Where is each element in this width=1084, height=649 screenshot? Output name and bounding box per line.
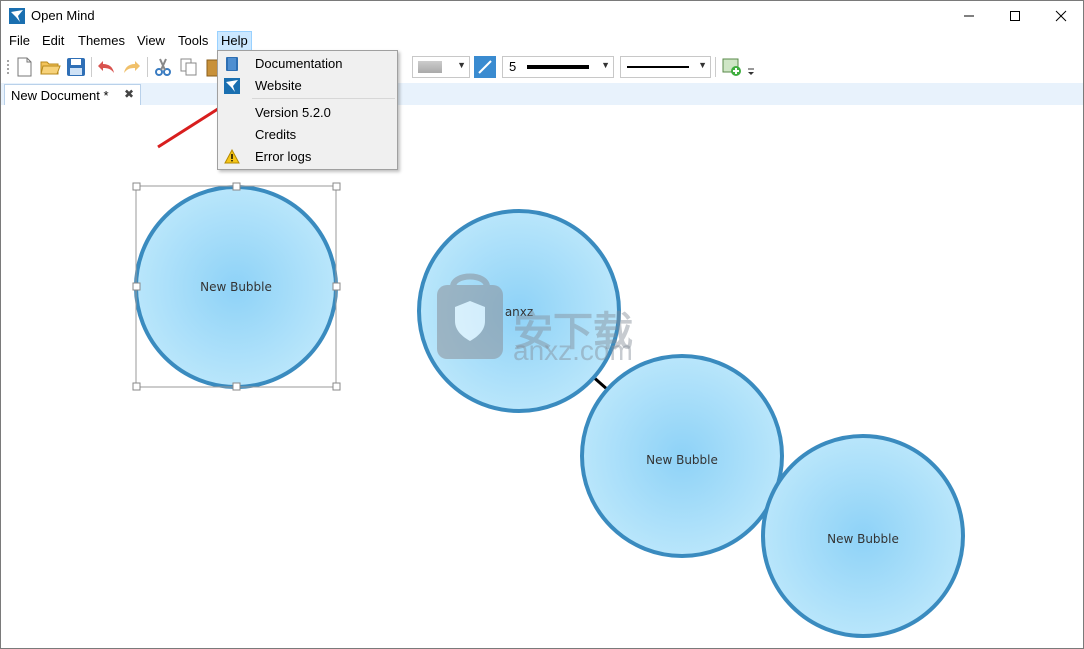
toolbar-overflow-icon[interactable] (747, 68, 755, 76)
redo-icon[interactable] (121, 56, 143, 78)
help-menu-dropdown: Documentation Website Version 5.2.0 Cred… (217, 50, 398, 170)
chevron-down-icon: ▼ (457, 60, 466, 70)
line-width-preview (527, 65, 589, 69)
chevron-down-icon: ▼ (601, 60, 610, 70)
mind-map-canvas[interactable]: New Bubble anxz New Bubble New Bubble 安下… (1, 105, 1083, 648)
chevron-down-icon: ▼ (698, 60, 707, 70)
title-bar: Open Mind (1, 1, 1083, 31)
line-style-preview (627, 66, 689, 68)
bubble-node[interactable]: New Bubble (761, 434, 965, 638)
menu-item-label: Website (255, 78, 302, 93)
new-document-icon[interactable] (13, 56, 35, 78)
menu-themes[interactable]: Themes (75, 32, 128, 50)
book-icon (226, 57, 238, 71)
undo-icon[interactable] (95, 56, 117, 78)
toolbar-separator (91, 57, 92, 77)
close-button[interactable] (1038, 1, 1083, 31)
resize-handle[interactable] (332, 182, 341, 191)
menu-item-label: Documentation (255, 56, 343, 71)
menu-item-label: Credits (255, 127, 297, 142)
toolbar-separator (715, 57, 716, 77)
open-folder-icon[interactable] (39, 56, 61, 78)
resize-handle[interactable] (132, 282, 141, 291)
website-icon (224, 78, 240, 94)
menu-item-documentation[interactable]: Documentation (218, 53, 397, 75)
resize-handle[interactable] (332, 282, 341, 291)
copy-icon[interactable] (178, 56, 200, 78)
resize-handle[interactable] (232, 382, 241, 391)
toolbar-separator (147, 57, 148, 77)
menu-file[interactable]: File (6, 32, 33, 50)
bubble-label: New Bubble (646, 453, 718, 467)
bubble-node[interactable]: New Bubble (134, 185, 338, 389)
watermark-url: anxz.com (513, 335, 633, 366)
menu-bar: File Edit Themes View Tools Help (1, 31, 1083, 51)
maximize-button[interactable] (992, 1, 1038, 31)
resize-handle[interactable] (232, 182, 241, 191)
fill-color-combo[interactable]: ▼ (412, 56, 470, 78)
bubble-node[interactable]: New Bubble (580, 354, 784, 558)
toolbar: ▼ 5 ▼ ▼ (1, 52, 1083, 83)
menu-item-label: Error logs (255, 149, 312, 164)
menu-item-version[interactable]: Version 5.2.0 (218, 102, 397, 124)
minimize-button[interactable] (946, 1, 992, 31)
fill-color-swatch (418, 61, 442, 73)
minimize-icon (964, 15, 974, 17)
tab-label: New Document * (11, 88, 109, 103)
line-style-combo[interactable]: ▼ (620, 56, 711, 78)
menu-edit[interactable]: Edit (39, 32, 67, 50)
tab-close-icon[interactable]: ✖ (124, 87, 134, 101)
app-logo-icon (9, 8, 25, 24)
window-title: Open Mind (31, 8, 95, 23)
insert-image-icon[interactable] (721, 56, 743, 78)
cut-icon[interactable] (152, 56, 174, 78)
menu-item-error-logs[interactable]: Error logs (218, 146, 397, 168)
watermark-shield-icon (437, 273, 503, 359)
menu-view[interactable]: View (134, 32, 168, 50)
toolbar-grip-icon (7, 60, 9, 74)
mind-map-svg: New Bubble anxz New Bubble New Bubble (132, 182, 965, 638)
menu-item-label: Version 5.2.0 (255, 105, 331, 120)
line-width-combo[interactable]: 5 ▼ (502, 56, 614, 78)
save-icon[interactable] (65, 56, 87, 78)
resize-handle[interactable] (132, 182, 141, 191)
resize-handle[interactable] (132, 382, 141, 391)
menu-tools[interactable]: Tools (175, 32, 211, 50)
app-window: Open Mind File Edit Themes View Tools He… (0, 0, 1084, 649)
menu-item-website[interactable]: Website (218, 75, 397, 97)
maximize-icon (1010, 11, 1020, 21)
menu-separator (252, 98, 395, 99)
close-icon (1055, 10, 1067, 22)
bubble-label: New Bubble (200, 280, 272, 294)
warning-icon (224, 149, 240, 164)
tab-new-document[interactable]: New Document * ✖ (4, 84, 141, 106)
bubble-label: New Bubble (827, 532, 899, 546)
resize-handle[interactable] (332, 382, 341, 391)
menu-item-credits[interactable]: Credits (218, 124, 397, 146)
line-width-value: 5 (509, 59, 517, 74)
line-color-icon[interactable] (474, 56, 496, 78)
menu-help[interactable]: Help (217, 31, 252, 51)
